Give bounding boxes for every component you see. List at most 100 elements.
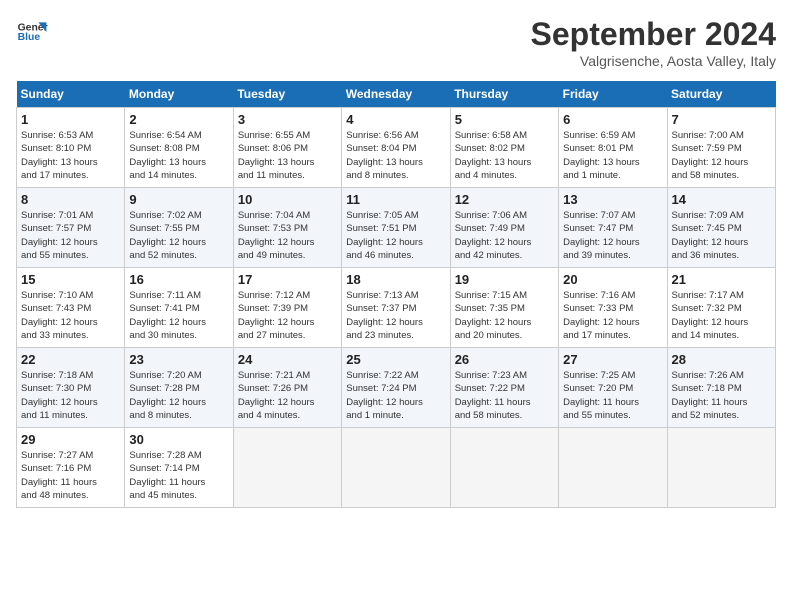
header: General Blue September 2024 Valgrisenche… [16, 16, 776, 69]
day-number: 2 [129, 112, 228, 127]
day-info: Sunrise: 7:25 AMSunset: 7:20 PMDaylight:… [563, 369, 662, 422]
day-info: Sunrise: 7:23 AMSunset: 7:22 PMDaylight:… [455, 369, 554, 422]
day-info: Sunrise: 7:27 AMSunset: 7:16 PMDaylight:… [21, 449, 120, 502]
calendar-cell: 6Sunrise: 6:59 AMSunset: 8:01 PMDaylight… [559, 108, 667, 188]
day-info: Sunrise: 7:07 AMSunset: 7:47 PMDaylight:… [563, 209, 662, 262]
header-saturday: Saturday [667, 81, 775, 108]
day-info: Sunrise: 7:26 AMSunset: 7:18 PMDaylight:… [672, 369, 771, 422]
header-thursday: Thursday [450, 81, 558, 108]
day-number: 11 [346, 192, 445, 207]
calendar-cell: 26 Sunrise: 7:23 AMSunset: 7:22 PMDayligh… [450, 348, 558, 428]
day-info: Sunrise: 7:28 AMSunset: 7:14 PMDaylight:… [129, 449, 228, 502]
day-info: Sunrise: 6:58 AMSunset: 8:02 PMDaylight:… [455, 129, 554, 182]
day-number: 26 [455, 352, 554, 367]
calendar-cell: 23 Sunrise: 7:20 AMSunset: 7:28 PMDayligh… [125, 348, 233, 428]
day-info: Sunrise: 7:01 AMSunset: 7:57 PMDaylight:… [21, 209, 120, 262]
calendar-cell: 15 Sunrise: 7:10 AMSunset: 7:43 PMDayligh… [17, 268, 125, 348]
calendar-cell: 19 Sunrise: 7:15 AMSunset: 7:35 PMDayligh… [450, 268, 558, 348]
calendar-table: SundayMondayTuesdayWednesdayThursdayFrid… [16, 81, 776, 508]
day-info: Sunrise: 7:21 AMSunset: 7:26 PMDaylight:… [238, 369, 337, 422]
header-sunday: Sunday [17, 81, 125, 108]
header-wednesday: Wednesday [342, 81, 450, 108]
day-info: Sunrise: 7:06 AMSunset: 7:49 PMDaylight:… [455, 209, 554, 262]
calendar-cell: 11 Sunrise: 7:05 AMSunset: 7:51 PMDayligh… [342, 188, 450, 268]
calendar-cell: 3 Sunrise: 6:55 AMSunset: 8:06 PMDaylight… [233, 108, 341, 188]
day-number: 29 [21, 432, 120, 447]
svg-text:Blue: Blue [18, 32, 41, 43]
day-number: 14 [672, 192, 771, 207]
day-info: Sunrise: 7:18 AMSunset: 7:30 PMDaylight:… [21, 369, 120, 422]
day-number: 21 [672, 272, 771, 287]
calendar-cell: 1 Sunrise: 6:53 AMSunset: 8:10 PMDaylight… [17, 108, 125, 188]
calendar-cell: 18 Sunrise: 7:13 AMSunset: 7:37 PMDayligh… [342, 268, 450, 348]
day-number: 10 [238, 192, 337, 207]
day-info: Sunrise: 7:20 AMSunset: 7:28 PMDaylight:… [129, 369, 228, 422]
calendar-cell: 8 Sunrise: 7:01 AMSunset: 7:57 PMDaylight… [17, 188, 125, 268]
week-row-4: 22 Sunrise: 7:18 AMSunset: 7:30 PMDayligh… [17, 348, 776, 428]
week-row-2: 8 Sunrise: 7:01 AMSunset: 7:57 PMDaylight… [17, 188, 776, 268]
day-number: 8 [21, 192, 120, 207]
day-number: 23 [129, 352, 228, 367]
day-info: Sunrise: 7:09 AMSunset: 7:45 PMDaylight:… [672, 209, 771, 262]
location-subtitle: Valgrisenche, Aosta Valley, Italy [531, 53, 776, 69]
day-info: Sunrise: 7:02 AMSunset: 7:55 PMDaylight:… [129, 209, 228, 262]
day-number: 17 [238, 272, 337, 287]
day-number: 1 [21, 112, 120, 127]
calendar-cell: 13 Sunrise: 7:07 AMSunset: 7:47 PMDayligh… [559, 188, 667, 268]
day-number: 13 [563, 192, 662, 207]
title-area: September 2024 Valgrisenche, Aosta Valle… [531, 16, 776, 69]
calendar-cell: 21 Sunrise: 7:17 AMSunset: 7:32 PMDayligh… [667, 268, 775, 348]
day-number: 16 [129, 272, 228, 287]
day-info: Sunrise: 6:55 AMSunset: 8:06 PMDaylight:… [238, 129, 337, 182]
calendar-cell: 22 Sunrise: 7:18 AMSunset: 7:30 PMDayligh… [17, 348, 125, 428]
calendar-cell: 9Sunrise: 7:02 AMSunset: 7:55 PMDaylight… [125, 188, 233, 268]
week-row-3: 15 Sunrise: 7:10 AMSunset: 7:43 PMDayligh… [17, 268, 776, 348]
day-number: 12 [455, 192, 554, 207]
calendar-cell [342, 428, 450, 508]
week-row-5: 29 Sunrise: 7:27 AMSunset: 7:16 PMDayligh… [17, 428, 776, 508]
day-info: Sunrise: 7:13 AMSunset: 7:37 PMDaylight:… [346, 289, 445, 342]
day-info: Sunrise: 7:17 AMSunset: 7:32 PMDaylight:… [672, 289, 771, 342]
day-info: Sunrise: 7:11 AMSunset: 7:41 PMDaylight:… [129, 289, 228, 342]
day-info: Sunrise: 7:05 AMSunset: 7:51 PMDaylight:… [346, 209, 445, 262]
day-number: 30 [129, 432, 228, 447]
calendar-cell: 29 Sunrise: 7:27 AMSunset: 7:16 PMDayligh… [17, 428, 125, 508]
day-number: 3 [238, 112, 337, 127]
day-info: Sunrise: 7:10 AMSunset: 7:43 PMDaylight:… [21, 289, 120, 342]
day-info: Sunrise: 7:22 AMSunset: 7:24 PMDaylight:… [346, 369, 445, 422]
calendar-cell: 28Sunrise: 7:26 AMSunset: 7:18 PMDayligh… [667, 348, 775, 428]
day-number: 25 [346, 352, 445, 367]
calendar-cell: 20Sunrise: 7:16 AMSunset: 7:33 PMDayligh… [559, 268, 667, 348]
calendar-cell: 2Sunrise: 6:54 AMSunset: 8:08 PMDaylight… [125, 108, 233, 188]
day-info: Sunrise: 6:56 AMSunset: 8:04 PMDaylight:… [346, 129, 445, 182]
day-info: Sunrise: 7:00 AMSunset: 7:59 PMDaylight:… [672, 129, 771, 182]
month-title: September 2024 [531, 16, 776, 53]
day-number: 19 [455, 272, 554, 287]
calendar-cell: 24 Sunrise: 7:21 AMSunset: 7:26 PMDayligh… [233, 348, 341, 428]
calendar-cell: 4 Sunrise: 6:56 AMSunset: 8:04 PMDaylight… [342, 108, 450, 188]
day-info: Sunrise: 7:12 AMSunset: 7:39 PMDaylight:… [238, 289, 337, 342]
header-tuesday: Tuesday [233, 81, 341, 108]
day-info: Sunrise: 6:59 AMSunset: 8:01 PMDaylight:… [563, 129, 662, 182]
day-info: Sunrise: 7:04 AMSunset: 7:53 PMDaylight:… [238, 209, 337, 262]
day-number: 5 [455, 112, 554, 127]
calendar-cell [667, 428, 775, 508]
calendar-header-row: SundayMondayTuesdayWednesdayThursdayFrid… [17, 81, 776, 108]
day-number: 24 [238, 352, 337, 367]
day-number: 4 [346, 112, 445, 127]
calendar-cell: 14 Sunrise: 7:09 AMSunset: 7:45 PMDayligh… [667, 188, 775, 268]
day-number: 18 [346, 272, 445, 287]
day-info: Sunrise: 6:53 AMSunset: 8:10 PMDaylight:… [21, 129, 120, 182]
day-number: 7 [672, 112, 771, 127]
calendar-cell [233, 428, 341, 508]
calendar-cell [559, 428, 667, 508]
day-number: 27 [563, 352, 662, 367]
day-number: 22 [21, 352, 120, 367]
day-number: 20 [563, 272, 662, 287]
day-number: 15 [21, 272, 120, 287]
calendar-cell: 27 Sunrise: 7:25 AMSunset: 7:20 PMDayligh… [559, 348, 667, 428]
week-row-1: 1 Sunrise: 6:53 AMSunset: 8:10 PMDaylight… [17, 108, 776, 188]
calendar-cell: 16 Sunrise: 7:11 AMSunset: 7:41 PMDayligh… [125, 268, 233, 348]
day-info: Sunrise: 7:15 AMSunset: 7:35 PMDaylight:… [455, 289, 554, 342]
calendar-cell: 30 Sunrise: 7:28 AMSunset: 7:14 PMDayligh… [125, 428, 233, 508]
